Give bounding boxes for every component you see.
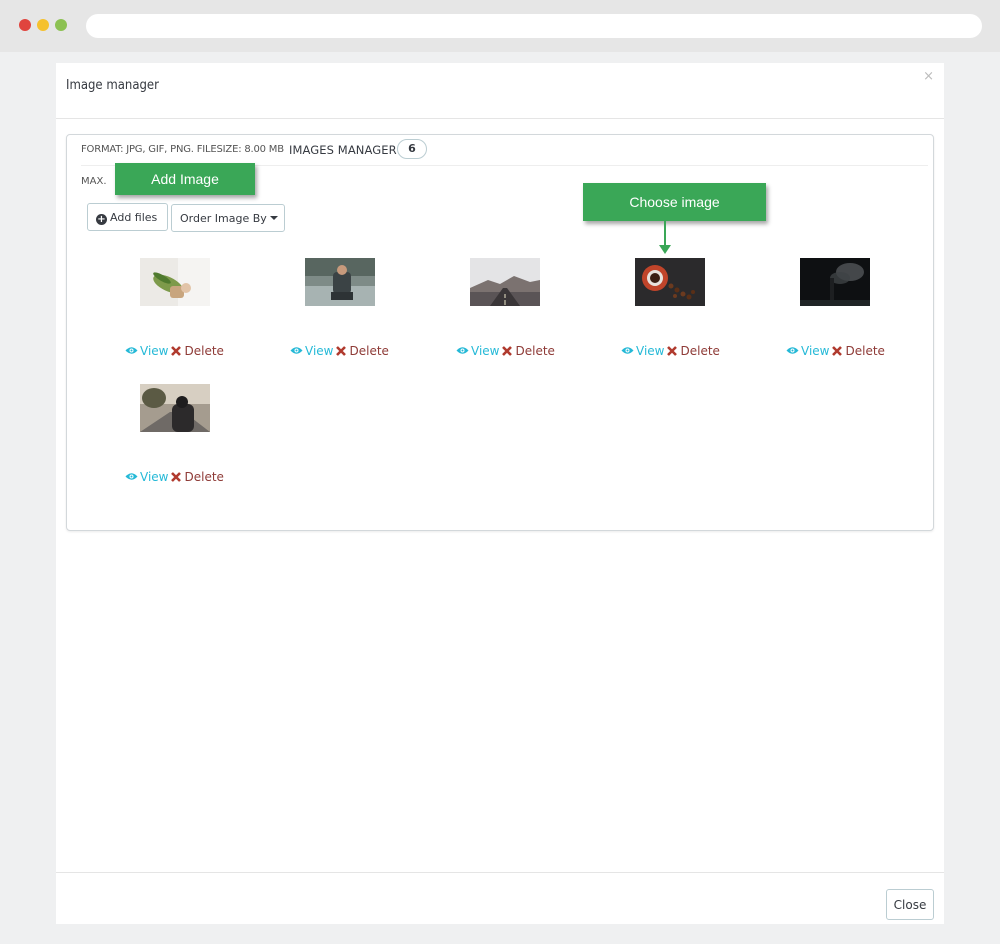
image-actions: View Delete <box>125 344 224 358</box>
delete-x-icon <box>336 346 347 356</box>
image-thumbnail[interactable] <box>470 258 540 306</box>
eye-icon <box>290 347 303 354</box>
image-actions: View Delete <box>786 344 885 358</box>
person-on-road-photo <box>140 384 210 432</box>
delete-label: Delete <box>515 344 555 358</box>
image-thumbnail[interactable] <box>140 384 210 432</box>
delete-label: Delete <box>184 470 224 484</box>
order-image-label: Order Image By <box>180 212 267 225</box>
format-info: FORMAT: JPG, GIF, PNG. FILESIZE: 8.00 MB <box>81 144 284 155</box>
view-label: View <box>636 344 665 358</box>
images-manager-title: IMAGES MANAGER <box>289 143 397 157</box>
modal-header: Image manager × <box>56 63 944 119</box>
image-manager-modal: Image manager × FORMAT: JPG, GIF, PNG. F… <box>56 63 944 924</box>
view-label: View <box>140 470 169 484</box>
window-minimize-dot[interactable] <box>37 19 49 31</box>
image-thumbnail[interactable] <box>800 258 870 306</box>
image-thumbnail[interactable] <box>305 258 375 306</box>
image-count-badge: 6 <box>397 139 427 159</box>
add-files-label: Add files <box>110 211 158 224</box>
eye-icon <box>786 347 799 354</box>
close-icon[interactable]: × <box>923 69 934 84</box>
delete-x-icon <box>502 346 513 356</box>
view-link[interactable]: View <box>125 470 168 484</box>
delete-label: Delete <box>349 344 389 358</box>
delete-x-icon <box>832 346 843 356</box>
delete-x-icon <box>171 346 182 356</box>
delete-label: Delete <box>680 344 720 358</box>
caret-down-icon <box>269 216 278 220</box>
window-close-dot[interactable] <box>19 19 31 31</box>
delete-label: Delete <box>845 344 885 358</box>
eye-icon <box>125 347 138 354</box>
misty-road-photo <box>470 258 540 306</box>
view-link[interactable]: View <box>125 344 168 358</box>
view-label: View <box>140 344 169 358</box>
choose-image-callout: Choose image <box>583 183 766 221</box>
eye-icon <box>456 347 469 354</box>
delete-label: Delete <box>184 344 224 358</box>
view-link[interactable]: View <box>456 344 499 358</box>
man-by-water-photo <box>305 258 375 306</box>
smoke-tree-photo <box>800 258 870 306</box>
image-thumbnail[interactable] <box>635 258 705 306</box>
modal-footer: Close <box>56 872 944 925</box>
delete-link[interactable]: Delete <box>168 470 224 484</box>
delete-link[interactable]: Delete <box>664 344 720 358</box>
window-maximize-dot[interactable] <box>55 19 67 31</box>
view-link[interactable]: View <box>621 344 664 358</box>
panel-heading: FORMAT: JPG, GIF, PNG. FILESIZE: 8.00 MB… <box>81 135 928 166</box>
view-link[interactable]: View <box>290 344 333 358</box>
image-actions: View Delete <box>621 344 720 358</box>
delete-link[interactable]: Delete <box>829 344 885 358</box>
image-thumbnail[interactable] <box>140 258 210 306</box>
address-bar[interactable] <box>86 14 982 38</box>
add-image-callout: Add Image <box>115 163 255 195</box>
image-actions: View Delete <box>290 344 389 358</box>
plus-circle-icon: + <box>96 214 107 225</box>
view-label: View <box>801 344 830 358</box>
order-image-dropdown[interactable]: Order Image By <box>171 204 285 232</box>
browser-chrome <box>0 0 1000 52</box>
delete-x-icon <box>667 346 678 356</box>
eye-icon <box>125 473 138 480</box>
delete-link[interactable]: Delete <box>168 344 224 358</box>
image-actions: View Delete <box>456 344 555 358</box>
bouquet-photo <box>140 258 210 306</box>
arrow-down-icon <box>659 245 671 254</box>
view-label: View <box>471 344 500 358</box>
delete-link[interactable]: Delete <box>499 344 555 358</box>
delete-x-icon <box>171 472 182 482</box>
delete-link[interactable]: Delete <box>333 344 389 358</box>
max-info: MAX. <box>81 176 107 187</box>
modal-title: Image manager <box>66 78 159 93</box>
eye-icon <box>621 347 634 354</box>
coffee-beans-photo <box>635 258 705 306</box>
view-link[interactable]: View <box>786 344 829 358</box>
view-label: View <box>305 344 334 358</box>
add-files-button[interactable]: + Add files <box>87 203 168 231</box>
image-actions: View Delete <box>125 470 224 484</box>
close-button[interactable]: Close <box>886 889 934 920</box>
